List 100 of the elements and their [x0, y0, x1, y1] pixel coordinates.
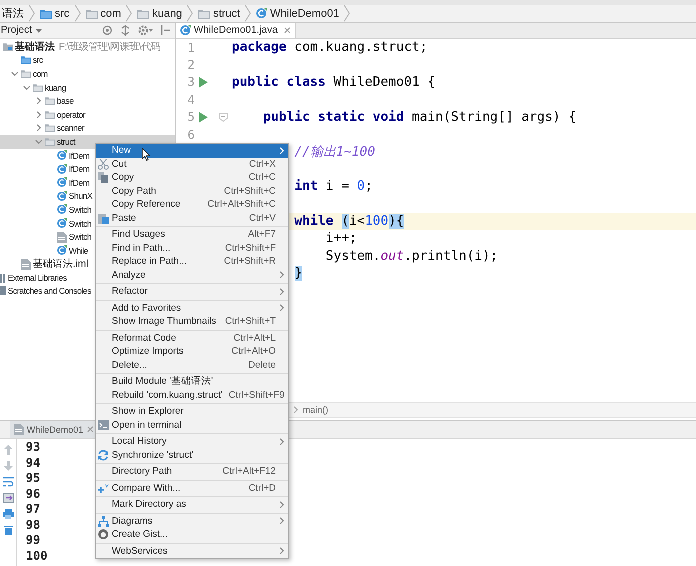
collapse-icon[interactable]: [120, 25, 131, 36]
scissors-icon: [98, 158, 109, 170]
menu-item[interactable]: Optimize Imports Ctrl+Alt+O: [96, 345, 288, 358]
tree-item[interactable]: kuang: [0, 80, 175, 94]
folder-icon: [33, 82, 43, 93]
menu-item[interactable]: WebServices: [96, 544, 288, 558]
folder-icon: [21, 55, 31, 66]
menu-item[interactable]: Copy Path Ctrl+Shift+C: [96, 184, 288, 198]
output-line: 99: [26, 533, 42, 548]
class-icon: [57, 218, 67, 230]
fold-icon[interactable]: [219, 112, 228, 122]
up-arrow-icon[interactable]: [4, 445, 12, 455]
menu-item[interactable]: Open in terminal: [96, 418, 288, 432]
menu-item[interactable]: Reformat Code Ctrl+Alt+L: [96, 332, 288, 345]
run-icon[interactable]: [199, 76, 208, 88]
terminal-icon: [98, 420, 109, 431]
chevron-icon: [126, 5, 132, 22]
breadcrumb-item[interactable]: 语法: [1, 6, 25, 21]
line-number: 4: [186, 92, 195, 107]
menu-item[interactable]: Find in Path... Ctrl+Shift+F: [96, 242, 288, 255]
menu-item[interactable]: Synchronize 'struct': [96, 448, 288, 462]
menu-item[interactable]: Build Module '基础语法': [96, 375, 288, 388]
path-text: F:\班级管理\网课班\代码: [59, 40, 161, 54]
panel-title[interactable]: Project: [1, 25, 32, 36]
folder-icon: [45, 123, 55, 134]
tree-item[interactable]: 基础语法 F:\班级管理\网课班\代码: [0, 40, 175, 54]
menu-item[interactable]: Mark Directory as: [96, 498, 288, 512]
folder-icon: [45, 110, 55, 120]
menu-item[interactable]: Add to Favorites: [96, 302, 288, 315]
shortcut-label: Ctrl+X: [249, 158, 276, 170]
trash-icon[interactable]: [4, 525, 12, 535]
hide-icon[interactable]: [161, 25, 171, 36]
breadcrumb-item[interactable]: com: [84, 8, 122, 20]
chevron-icon: [344, 5, 350, 22]
editor-tab[interactable]: WhileDemo01.java: [176, 23, 296, 38]
menu-item[interactable]: Cut Ctrl+X: [96, 158, 288, 171]
menu-item[interactable]: Show Image Thumbnails Ctrl+Shift+T: [96, 315, 288, 328]
tree-item[interactable]: scanner: [0, 122, 175, 136]
close-icon[interactable]: [86, 426, 94, 433]
code-line: package com.kuang.struct;: [232, 40, 428, 56]
folder-icon: [45, 96, 55, 106]
output-line: 95: [26, 471, 42, 486]
print-icon[interactable]: [2, 509, 14, 519]
menu-item[interactable]: Create Gist...: [96, 528, 288, 542]
down-arrow-icon[interactable]: [4, 461, 12, 471]
close-icon[interactable]: [284, 27, 291, 34]
shortcut-label: Ctrl+Shift+R: [224, 256, 276, 268]
shortcut-label: Delete: [248, 360, 276, 371]
breadcrumb-item[interactable]: WhileDemo01: [255, 8, 340, 20]
menu-item[interactable]: Copy Ctrl+C: [96, 171, 288, 184]
code-line: //输出1~100: [294, 144, 376, 162]
menu-item[interactable]: Delete... Delete: [96, 358, 288, 372]
menu-item[interactable]: New: [96, 144, 288, 158]
code-line: System.out.println(i);: [326, 248, 498, 264]
menu-item[interactable]: Rebuild 'com.kuang.struct' Ctrl+Shift+F9: [96, 388, 288, 402]
tree-item[interactable]: com: [0, 67, 175, 81]
chevron-icon: [74, 5, 81, 22]
breadcrumb-item[interactable]: main(): [303, 405, 329, 415]
breadcrumb-item[interactable]: struct: [197, 8, 242, 20]
menu-item[interactable]: Find Usages Alt+F7: [96, 228, 288, 242]
menu-item[interactable]: Paste Ctrl+V: [96, 212, 288, 225]
mouse-pointer-icon: [142, 148, 151, 161]
menu-item[interactable]: Compare With... Ctrl+D: [96, 482, 288, 495]
wrap-icon[interactable]: [2, 477, 14, 487]
tree-item[interactable]: operator: [0, 108, 175, 122]
chevron-icon: [245, 5, 252, 22]
dropdown-icon[interactable]: [35, 26, 44, 34]
scroll-to-end-icon[interactable]: [2, 493, 14, 503]
menu-item[interactable]: Diagrams: [96, 514, 288, 528]
shortcut-label: Ctrl+C: [248, 172, 276, 184]
output-line: 97: [26, 502, 42, 518]
class-icon: [57, 245, 67, 256]
clipboard-icon: [98, 212, 109, 224]
shortcut-label: Alt+F7: [248, 229, 276, 240]
output-line: 98: [26, 518, 42, 533]
settings-icon[interactable]: [138, 25, 154, 36]
shortcut-label: Ctrl+Shift+F: [225, 242, 276, 254]
run-tab[interactable]: WhileDemo01: [10, 421, 98, 438]
tree-item[interactable]: base: [0, 94, 175, 108]
folder-icon: [21, 68, 31, 79]
code-line: int i = 0;: [294, 179, 373, 194]
class-icon: [57, 177, 67, 188]
menu-item[interactable]: Analyze: [96, 268, 288, 282]
menu-item[interactable]: Copy Reference Ctrl+Alt+Shift+C: [96, 198, 288, 212]
run-icon[interactable]: [199, 112, 208, 123]
menu-item[interactable]: Local History: [96, 435, 288, 448]
menu-item[interactable]: Directory Path Ctrl+Alt+F12: [96, 465, 288, 478]
file-icon: [14, 424, 24, 435]
breadcrumb-item[interactable]: kuang: [136, 8, 184, 20]
menu-item[interactable]: Refactor: [96, 285, 288, 298]
shortcut-label: Ctrl+Alt+L: [234, 332, 276, 344]
code-line: while (i<100){: [294, 214, 404, 230]
tree-item[interactable]: src: [0, 54, 175, 68]
menu-item[interactable]: Show in Explorer: [96, 405, 288, 418]
breadcrumb-item[interactable]: src: [39, 8, 71, 20]
shortcut-label: Ctrl+Shift+F9: [228, 390, 285, 401]
class-icon: [57, 164, 67, 175]
locate-icon[interactable]: [102, 25, 113, 36]
output-line: 93: [26, 440, 42, 456]
menu-item[interactable]: Replace in Path... Ctrl+Shift+R: [96, 255, 288, 268]
